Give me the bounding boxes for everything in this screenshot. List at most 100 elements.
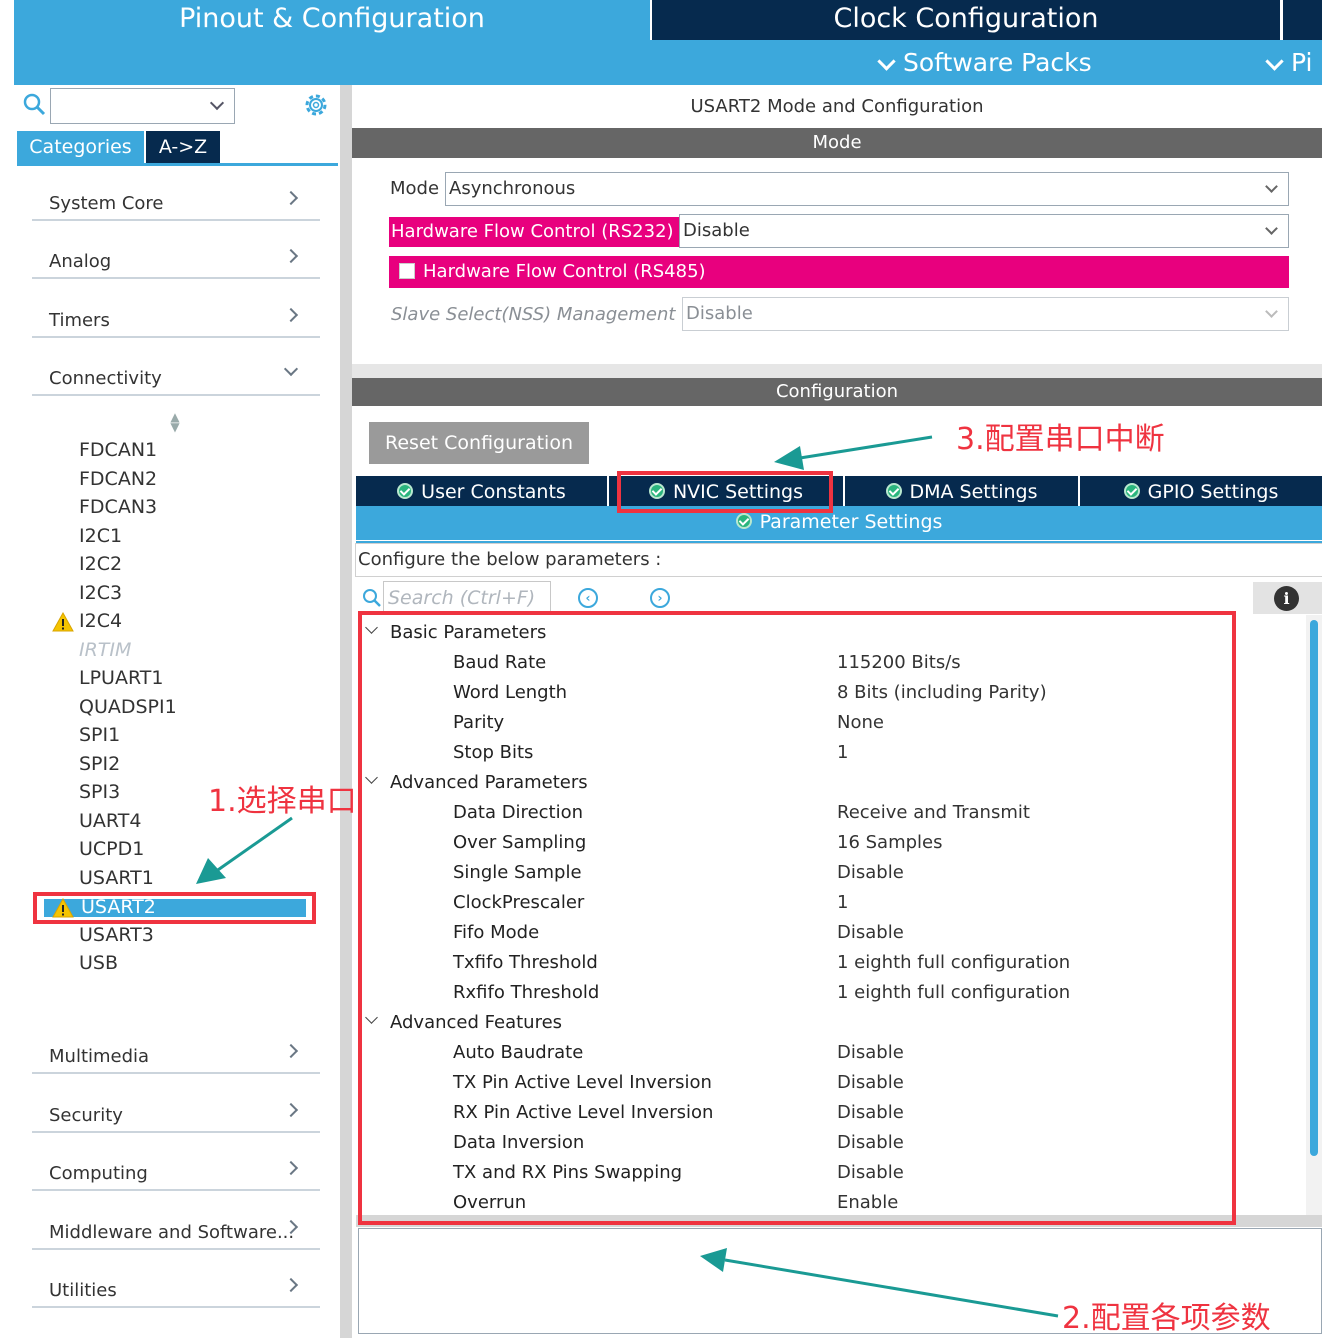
category-analog[interactable]: Analog bbox=[32, 239, 320, 279]
mode-label: Mode bbox=[390, 178, 440, 199]
pinout-menu[interactable]: Pi bbox=[1264, 48, 1312, 77]
hfc-rs232-label: Hardware Flow Control (RS232) bbox=[389, 217, 679, 247]
nss-value: Disable bbox=[686, 303, 753, 324]
mode-select[interactable]: Asynchronous bbox=[445, 172, 1289, 206]
software-packs-label: Software Packs bbox=[903, 48, 1092, 77]
prev-match-icon[interactable]: ‹ bbox=[578, 588, 598, 608]
reset-configuration-button[interactable]: Reset Configuration bbox=[369, 422, 589, 464]
annotation-step2: 2.配置各项参数 bbox=[1062, 1301, 1271, 1336]
peripheral-quadspi1[interactable]: QUADSPI1 bbox=[79, 696, 177, 718]
tab-parameter-settings[interactable]: Parameter Settings bbox=[356, 506, 1322, 540]
nvic-highlight-box bbox=[617, 471, 833, 513]
category-label: Utilities bbox=[49, 1280, 117, 1301]
software-packs-menu[interactable]: Software Packs bbox=[876, 48, 1092, 77]
category-label: Analog bbox=[49, 251, 112, 272]
category-label: Security bbox=[49, 1105, 123, 1126]
category-timers[interactable]: Timers bbox=[32, 298, 320, 338]
tab-dma-settings[interactable]: DMA Settings bbox=[845, 476, 1078, 506]
nss-select[interactable]: Disable bbox=[682, 297, 1289, 331]
tab-gpio-settings[interactable]: GPIO Settings bbox=[1080, 476, 1322, 506]
tab-clock-configuration[interactable]: Clock Configuration bbox=[652, 0, 1280, 40]
peripheral-i2c3[interactable]: I2C3 bbox=[79, 582, 122, 604]
chevron-down-icon[interactable] bbox=[209, 95, 225, 111]
category-connectivity[interactable]: Connectivity bbox=[32, 356, 320, 396]
chevron-right-icon bbox=[283, 307, 299, 323]
category-label: Connectivity bbox=[49, 368, 162, 389]
peripheral-fdcan3[interactable]: FDCAN3 bbox=[79, 496, 157, 518]
arrow-step3 bbox=[774, 435, 933, 470]
nss-label: Slave Select(NSS) Management bbox=[391, 304, 676, 325]
peripheral-usb[interactable]: USB bbox=[79, 952, 118, 974]
warning-icon bbox=[52, 611, 74, 632]
category-utilities[interactable]: Utilities bbox=[32, 1268, 320, 1308]
chevron-down-icon bbox=[1265, 305, 1278, 318]
peripheral-usart3[interactable]: USART3 bbox=[79, 924, 154, 946]
parameter-search-input[interactable]: Search (Ctrl+F) bbox=[383, 581, 551, 613]
check-circle-icon bbox=[735, 512, 752, 529]
category-label: Computing bbox=[49, 1163, 148, 1184]
mode-separator bbox=[352, 364, 1322, 378]
peripheral-ucpd1[interactable]: UCPD1 bbox=[79, 838, 144, 860]
usart2-highlight-box bbox=[33, 892, 316, 924]
chevron-right-icon bbox=[283, 1043, 299, 1059]
tab-categories[interactable]: Categories bbox=[17, 131, 144, 163]
hfc-rs485-checkbox[interactable] bbox=[399, 262, 415, 279]
chevron-right-icon bbox=[283, 1277, 299, 1293]
chevron-down-icon bbox=[1265, 222, 1278, 235]
tab-underline bbox=[17, 163, 338, 166]
info-button[interactable]: i bbox=[1253, 582, 1322, 614]
chevron-down-icon bbox=[283, 361, 299, 377]
vertical-scrollbar-thumb[interactable] bbox=[1310, 620, 1318, 1156]
tab-user-constants-label: User Constants bbox=[421, 481, 566, 503]
peripheral-uart4[interactable]: UART4 bbox=[79, 810, 141, 832]
pinout-menu-label: Pi bbox=[1291, 48, 1313, 77]
peripheral-i2c1[interactable]: I2C1 bbox=[79, 525, 122, 547]
tab-extra[interactable] bbox=[1283, 0, 1322, 40]
scroll-up-icon[interactable]: ▲ ▼ bbox=[168, 411, 182, 433]
peripheral-fdcan2[interactable]: FDCAN2 bbox=[79, 468, 157, 490]
hfc-rs232-value: Disable bbox=[683, 220, 750, 241]
panel-splitter[interactable] bbox=[340, 85, 352, 1338]
peripheral-spi1[interactable]: SPI1 bbox=[79, 724, 120, 746]
next-match-icon[interactable]: › bbox=[650, 588, 670, 608]
peripheral-fdcan1[interactable]: FDCAN1 bbox=[79, 439, 157, 461]
category-middleware-and-software[interactable]: Middleware and Software... bbox=[32, 1210, 320, 1250]
tab-user-constants[interactable]: User Constants bbox=[356, 476, 607, 506]
category-computing[interactable]: Computing bbox=[32, 1151, 320, 1191]
gear-icon[interactable] bbox=[303, 92, 329, 118]
annotation-step1: 1.选择串口 bbox=[208, 784, 357, 819]
check-circle-icon bbox=[1123, 482, 1140, 499]
panel-title: USART2 Mode and Configuration bbox=[690, 96, 984, 117]
chevron-right-icon bbox=[283, 190, 299, 206]
tab-a-to-z[interactable]: A->Z bbox=[146, 131, 220, 163]
category-label: System Core bbox=[49, 193, 164, 214]
configuration-header: Configuration bbox=[352, 378, 1322, 406]
category-multimedia[interactable]: Multimedia bbox=[32, 1034, 320, 1074]
mode-header: Mode bbox=[352, 128, 1322, 158]
peripheral-spi2[interactable]: SPI2 bbox=[79, 753, 120, 775]
category-security[interactable]: Security bbox=[32, 1093, 320, 1133]
peripheral-spi3[interactable]: SPI3 bbox=[79, 781, 120, 803]
mode-select-value: Asynchronous bbox=[449, 178, 576, 199]
chevron-right-icon bbox=[283, 1102, 299, 1118]
hfc-rs232-select[interactable]: Disable bbox=[679, 214, 1289, 248]
hfc-rs485-label: Hardware Flow Control (RS485) bbox=[423, 261, 706, 282]
category-system-core[interactable]: System Core bbox=[32, 181, 320, 221]
hfc-rs485-row[interactable]: Hardware Flow Control (RS485) bbox=[389, 256, 1289, 288]
info-icon: i bbox=[1274, 586, 1299, 611]
peripheral-usart1[interactable]: USART1 bbox=[79, 867, 154, 889]
peripheral-i2c4[interactable]: I2C4 bbox=[79, 610, 122, 632]
search-combo-input[interactable] bbox=[50, 88, 235, 124]
parameters-highlight-box bbox=[358, 611, 1236, 1225]
peripheral-i2c2[interactable]: I2C2 bbox=[79, 553, 122, 575]
search-icon[interactable] bbox=[22, 92, 46, 116]
chevron-down-icon bbox=[1265, 51, 1284, 71]
chevron-down-icon bbox=[877, 51, 896, 71]
tab-gpio-settings-label: GPIO Settings bbox=[1147, 481, 1279, 503]
peripheral-irtim[interactable]: IRTIM bbox=[79, 639, 131, 661]
peripheral-lpuart1[interactable]: LPUART1 bbox=[79, 667, 163, 689]
tab-pinout-configuration[interactable]: Pinout & Configuration bbox=[14, 0, 650, 40]
sub-menu-bar: Software Packs Pi bbox=[14, 40, 1322, 85]
category-label: Timers bbox=[49, 310, 110, 331]
category-label: Multimedia bbox=[49, 1046, 150, 1067]
